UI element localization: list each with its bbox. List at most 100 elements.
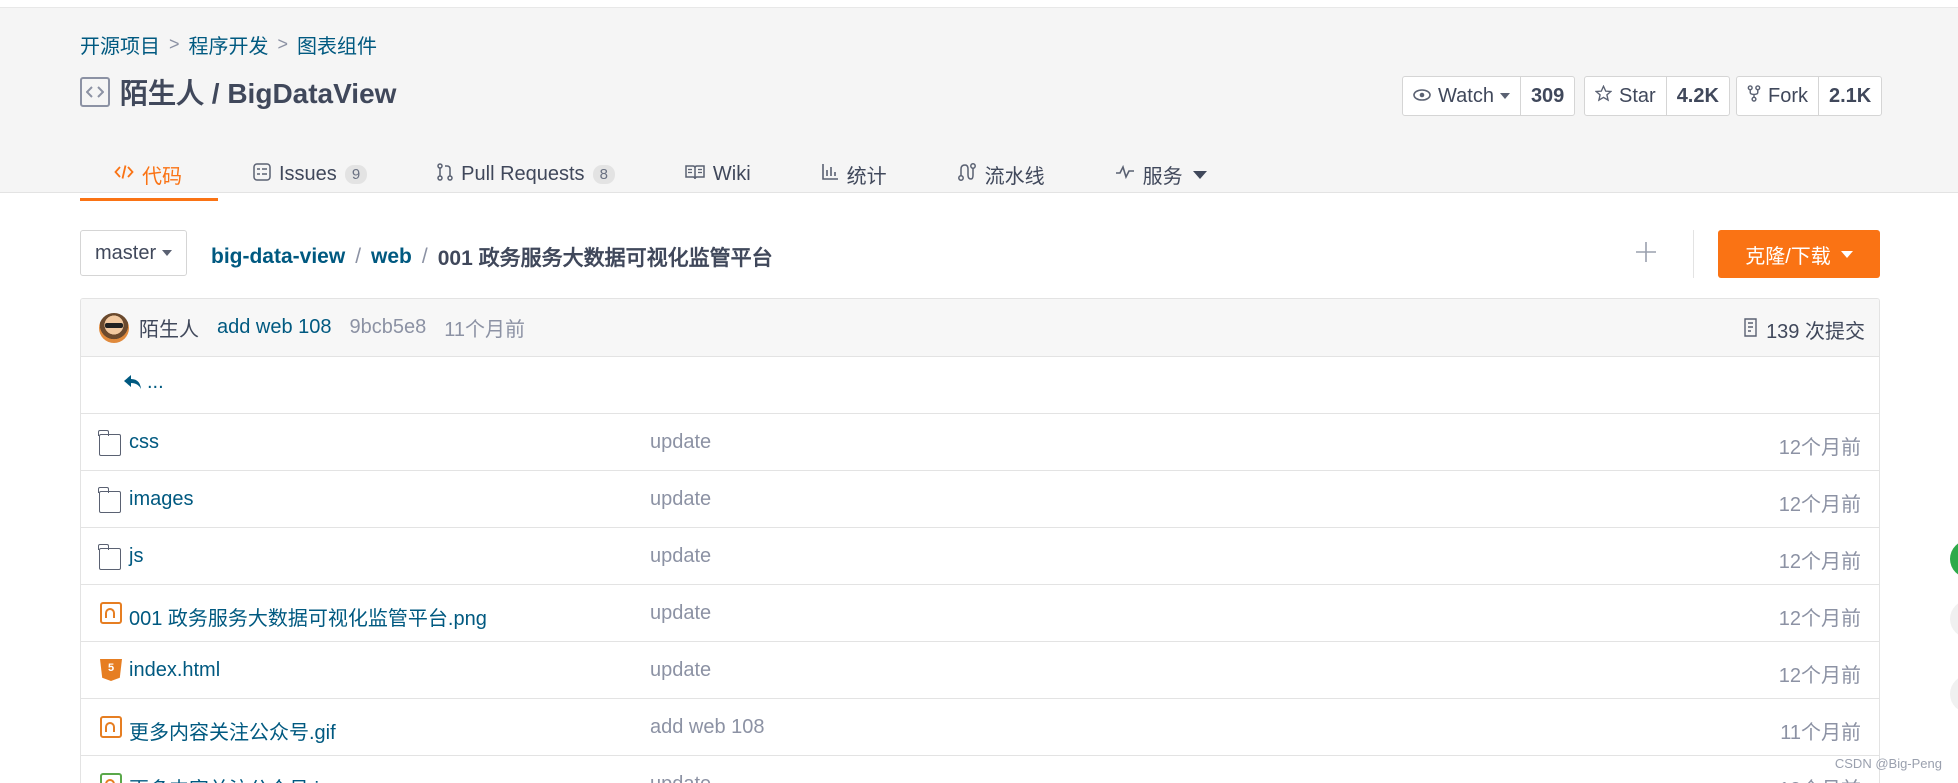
commit-author[interactable]: 陌生人	[139, 313, 199, 342]
breadcrumb-item-dev[interactable]: 程序开发	[189, 30, 269, 59]
file-list: 陌生人 add web 108 9bcb5e8 11个月前 139 次提交 ..…	[80, 298, 1880, 783]
commit-total: 139 次提交	[1766, 321, 1865, 343]
bar-chart-icon	[821, 163, 839, 186]
pr-count-badge: 8	[592, 165, 615, 184]
file-name[interactable]: 001 政务服务大数据可视化监管平台.png	[129, 602, 487, 631]
file-name[interactable]: index.html	[129, 659, 220, 682]
breadcrumb: 开源项目 > 程序开发 > 图表组件	[80, 30, 377, 59]
fork-label: Fork	[1768, 84, 1808, 107]
file-time: 12个月前	[1779, 773, 1861, 783]
commit-time: 11个月前	[444, 319, 526, 341]
parent-directory-row[interactable]: ...	[81, 357, 1879, 414]
chevron-down-icon	[1499, 93, 1510, 99]
issues-count-badge: 9	[344, 165, 368, 184]
star-icon	[1594, 84, 1613, 107]
file-name[interactable]: 更多内容关注公众号.jpg	[129, 773, 341, 783]
pulse-icon	[1115, 164, 1135, 185]
file-name[interactable]: js	[129, 545, 143, 568]
chevron-down-icon	[1192, 170, 1207, 179]
watch-button[interactable]: Watch	[1403, 77, 1521, 115]
tab-label: 流水线	[984, 166, 1045, 188]
tab-code[interactable]: 代码	[80, 148, 218, 201]
repo-title: 陌生人 / BigDataView	[80, 72, 396, 112]
table-row[interactable]: js update 12个月前	[81, 528, 1879, 585]
fork-button[interactable]: Fork	[1737, 77, 1819, 115]
tab-stats[interactable]: 统计	[786, 148, 922, 201]
image-file-icon	[100, 602, 122, 624]
table-row[interactable]: css update 12个月前	[81, 414, 1879, 471]
breadcrumb-separator: >	[169, 34, 180, 54]
file-path-breadcrumb: big-data-view / web / 001 政务服务大数据可视化监管平台	[211, 242, 773, 272]
branch-select[interactable]: master	[80, 230, 188, 276]
file-commit-message[interactable]: update	[650, 488, 711, 511]
table-row[interactable]: images update 12个月前	[81, 471, 1879, 528]
path-current: 001 政务服务大数据可视化监管平台	[437, 247, 773, 270]
file-commit-message[interactable]: update	[650, 431, 711, 454]
commit-sha[interactable]: 9bcb5e8	[350, 316, 427, 339]
file-commit-message[interactable]: update	[650, 602, 711, 625]
fork-icon	[1747, 85, 1761, 107]
tab-label: Pull Requests	[461, 163, 585, 185]
book-icon	[685, 164, 705, 185]
table-row[interactable]: 001 政务服务大数据可视化监管平台.png update 12个月前	[81, 585, 1879, 642]
html-file-icon: 5	[100, 659, 122, 681]
file-time: 11个月前	[1780, 722, 1861, 744]
add-file-button[interactable]	[1630, 236, 1662, 268]
breadcrumb-separator: >	[277, 34, 289, 54]
star-button-group: Star 4.2K	[1584, 76, 1730, 116]
commit-total-link[interactable]: 139 次提交	[1743, 315, 1865, 344]
file-commit-message[interactable]: add web 108	[650, 716, 765, 739]
tab-services[interactable]: 服务	[1080, 148, 1242, 201]
tab-pipeline[interactable]: 流水线	[922, 148, 1080, 201]
folder-icon	[98, 544, 121, 570]
watermark: CSDN @Big-Peng	[1834, 756, 1942, 771]
code-icon	[114, 164, 134, 185]
floating-side-button[interactable]	[1950, 600, 1958, 638]
parent-directory-link[interactable]: ...	[124, 371, 164, 394]
tab-wiki[interactable]: Wiki	[650, 148, 786, 201]
floating-side-button[interactable]	[1950, 540, 1958, 578]
file-time: 12个月前	[1778, 608, 1861, 630]
folder-icon	[98, 487, 121, 513]
table-row[interactable]: 更多内容关注公众号.gif add web 108 11个月前	[81, 699, 1879, 756]
breadcrumb-item-charts[interactable]: 图表组件	[297, 30, 377, 59]
table-row[interactable]: 5 index.html update 12个月前	[81, 642, 1879, 699]
star-button[interactable]: Star	[1585, 77, 1667, 115]
fork-button-group: Fork 2.1K	[1736, 76, 1883, 116]
file-name[interactable]: images	[129, 488, 193, 511]
tab-label: 统计	[846, 166, 887, 188]
watch-count[interactable]: 309	[1521, 77, 1574, 115]
file-commit-message[interactable]: update	[650, 773, 711, 783]
tab-label: Issues	[279, 163, 337, 185]
file-time: 12个月前	[1778, 494, 1861, 516]
repo-name[interactable]: 陌生人 / BigDataView	[120, 72, 396, 112]
path-root-link[interactable]: big-data-view	[211, 245, 345, 269]
eye-icon	[1413, 86, 1431, 106]
tab-issues[interactable]: Issues 9	[218, 148, 402, 201]
breadcrumb-item-open-source[interactable]: 开源项目	[80, 30, 160, 59]
path-dir-link[interactable]: web	[371, 245, 412, 269]
file-time: 12个月前	[1778, 437, 1861, 459]
file-commit-message[interactable]: update	[650, 659, 711, 682]
file-time: 12个月前	[1778, 551, 1861, 573]
fork-count[interactable]: 2.1K	[1819, 77, 1881, 115]
commits-icon	[1743, 317, 1758, 342]
avatar[interactable]	[99, 312, 129, 343]
file-commit-message[interactable]: update	[650, 545, 711, 568]
tab-label: 服务	[1142, 166, 1183, 188]
floating-side-button[interactable]	[1950, 675, 1958, 713]
parent-directory-label: ...	[147, 371, 164, 393]
repo-tabs: 代码 Issues 9 Pull Requests 8 Wiki 统计 流水线 …	[80, 148, 1242, 201]
file-name[interactable]: css	[129, 431, 159, 454]
commit-message[interactable]: add web 108	[217, 316, 332, 339]
chevron-down-icon	[162, 250, 173, 256]
file-name[interactable]: 更多内容关注公众号.gif	[129, 716, 336, 745]
table-row[interactable]: 更多内容关注公众号.jpg update 12个月前	[81, 756, 1879, 783]
code-repo-icon	[80, 77, 110, 107]
tab-label: Wiki	[712, 163, 751, 185]
star-count[interactable]: 4.2K	[1667, 77, 1729, 115]
toolbar-divider	[1693, 230, 1694, 278]
image-file-icon	[100, 716, 122, 738]
clone-download-button[interactable]: 克隆/下载	[1718, 230, 1880, 278]
tab-pull-requests[interactable]: Pull Requests 8	[402, 148, 650, 201]
